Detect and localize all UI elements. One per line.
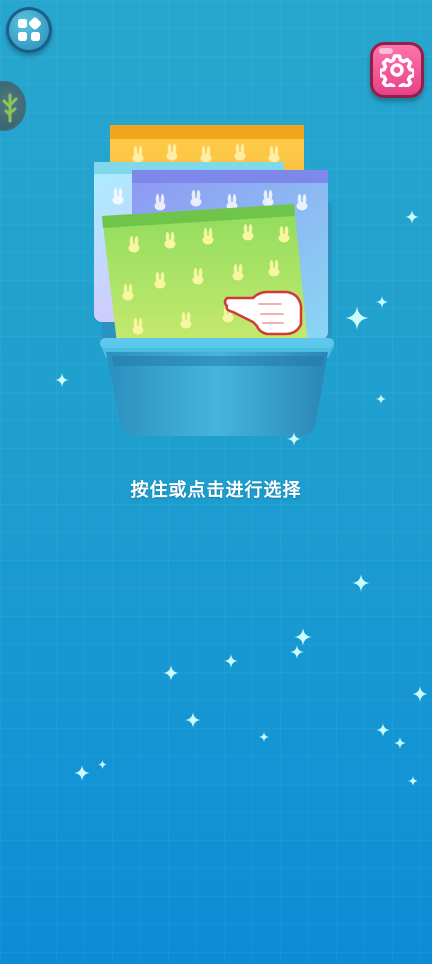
sparkle-icon [345,306,369,330]
sparkle-icon [185,712,201,728]
sparkle-icon [394,737,406,749]
side-item-button[interactable] [0,81,26,131]
sparkle-icon [408,776,418,786]
instruction-text: 按住或点击进行选择 [130,480,302,501]
sparkle-icon [405,210,419,224]
sparkle-icon [163,665,179,681]
menu-button[interactable] [6,7,52,53]
sparkle-icon [55,373,69,387]
sparkle-icon [376,394,386,404]
basket-illustration [94,125,334,436]
sparkle-icon [294,628,312,646]
sparkle-icon [290,645,304,659]
plant-icon [2,93,18,123]
sparkle-icon [376,723,390,737]
sparkle-icon [352,574,370,592]
sparkle-icon [376,296,388,308]
sparkle-icon [98,760,107,769]
grid-four-icon [18,17,42,41]
sparkle-icon [259,732,269,742]
settings-button[interactable] [370,42,424,98]
gear-icon [380,54,414,87]
sparkle-icon [74,765,90,781]
snack-basket[interactable] [88,120,348,450]
sparkle-icon [224,654,238,668]
sparkle-icon [412,686,428,702]
